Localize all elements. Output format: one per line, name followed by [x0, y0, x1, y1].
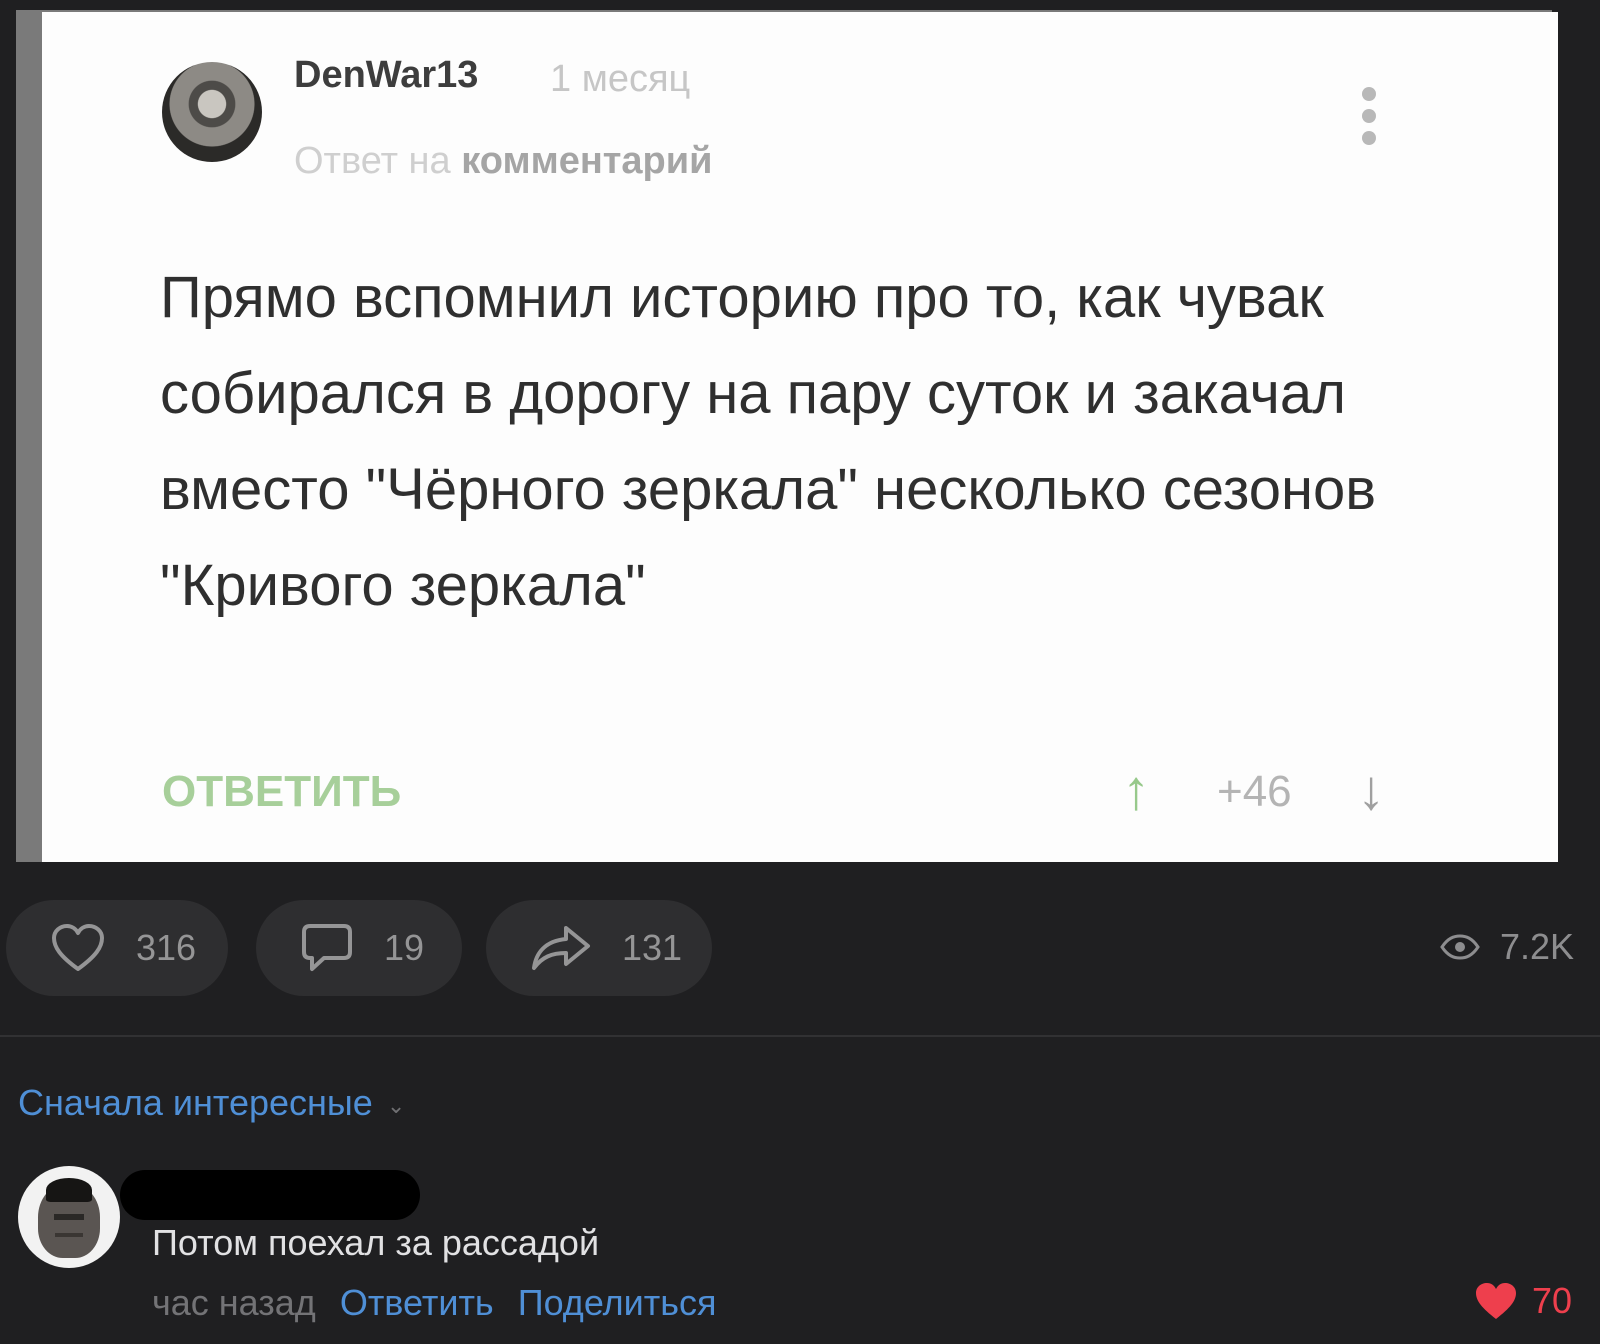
- embedded-comment-screenshot: DenWar13 1 месяц Ответ на комментарий Пр…: [16, 10, 1558, 862]
- embedded-comment-text: Прямо вспомнил историю про то, как чувак…: [160, 265, 1377, 618]
- eye-icon: [1440, 934, 1480, 960]
- share-count: 131: [622, 927, 683, 968]
- embedded-avatar: [162, 62, 262, 162]
- arrow-down-icon: ↓: [1357, 758, 1385, 821]
- avatar[interactable]: [18, 1166, 120, 1268]
- comment-text: Потом поехал за рассадой: [152, 1222, 600, 1263]
- share-button[interactable]: 131: [486, 900, 712, 996]
- comment-meta: час назад Ответить Поделиться: [152, 1282, 717, 1324]
- share-link[interactable]: Поделиться: [518, 1282, 717, 1324]
- reply-link[interactable]: Ответить: [340, 1282, 494, 1324]
- views-counter: 7.2K: [1440, 926, 1574, 968]
- comments-button[interactable]: 19: [256, 900, 462, 996]
- embedded-author: DenWar13: [294, 54, 479, 96]
- views-count: 7.2K: [1500, 926, 1575, 967]
- embedded-reply-label: ОТВЕТИТЬ: [162, 767, 402, 816]
- embedded-comment-card: DenWar13 1 месяц Ответ на комментарий Пр…: [42, 12, 1558, 862]
- embedded-time: 1 месяц: [550, 58, 691, 100]
- arrow-up-icon: ↑: [1122, 758, 1150, 821]
- embedded-reply-to: Ответ на комментарий: [294, 140, 713, 182]
- heart-icon: [1474, 1281, 1518, 1321]
- comment-count: 19: [384, 927, 425, 968]
- comment-time: час назад: [152, 1282, 316, 1323]
- sort-dropdown[interactable]: Сначала интересные ⌄: [18, 1082, 405, 1124]
- like-count: 316: [136, 927, 197, 968]
- comment-like-count: 70: [1532, 1280, 1573, 1321]
- comment-like-button[interactable]: 70: [1474, 1280, 1572, 1322]
- sort-label: Сначала интересные: [18, 1082, 373, 1123]
- redacted-username: [120, 1170, 420, 1220]
- more-vertical-icon: [1360, 87, 1378, 153]
- comment-icon: [300, 922, 354, 974]
- like-button[interactable]: 316: [6, 900, 228, 996]
- embedded-score: +46: [1217, 767, 1292, 816]
- share-icon: [530, 924, 592, 972]
- chevron-down-icon: ⌄: [386, 1093, 406, 1118]
- heart-icon: [50, 923, 106, 973]
- divider: [0, 1035, 1600, 1037]
